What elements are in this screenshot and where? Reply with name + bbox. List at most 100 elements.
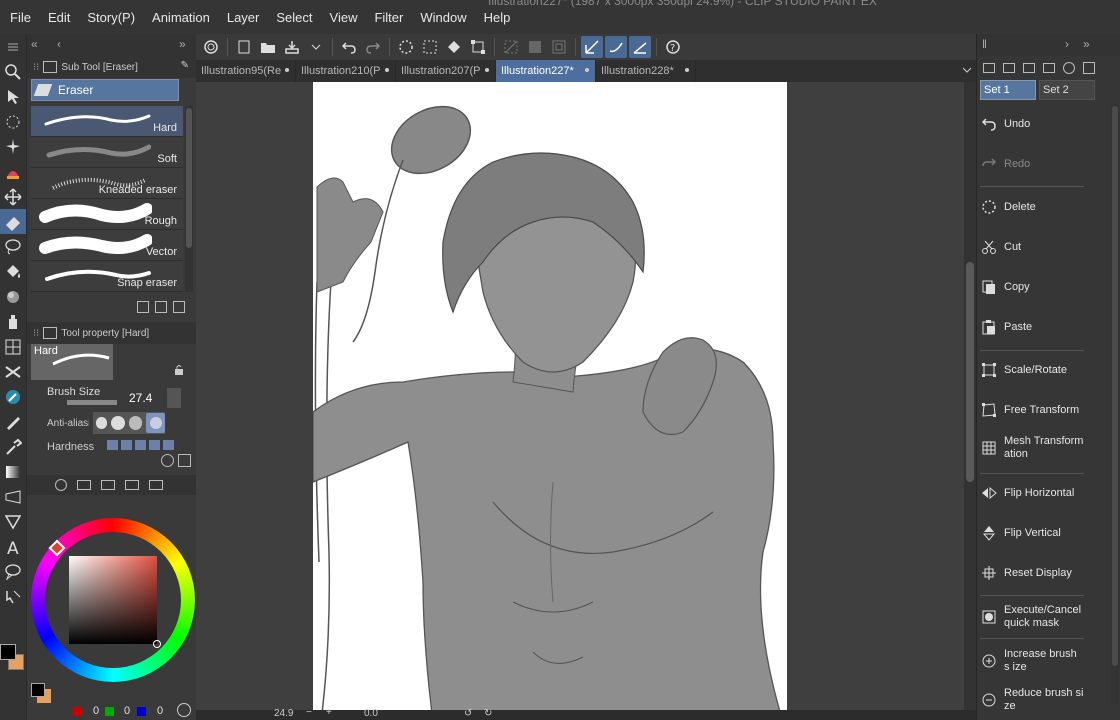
cmd-redo[interactable]: Redo <box>980 155 1084 173</box>
menu-help[interactable]: Help <box>478 10 522 25</box>
cmd-cut[interactable]: Cut <box>980 238 1084 256</box>
cmd-quick-mask[interactable]: Execute/Cancel quick mask <box>980 604 1084 630</box>
color-wheel[interactable] <box>31 518 195 682</box>
tab-illustration95[interactable]: Illustration95(Re <box>196 60 296 82</box>
open-folder-icon[interactable] <box>257 36 279 58</box>
menu-edit[interactable]: Edit <box>42 10 81 25</box>
hardness-selector[interactable] <box>107 440 177 450</box>
antialias-selector[interactable] <box>93 412 165 434</box>
ruler-grid-icon[interactable] <box>0 334 26 359</box>
auto-select-icon[interactable] <box>0 134 26 159</box>
set-2-tab[interactable]: Set 2 <box>1039 80 1095 100</box>
tab-illustration210[interactable]: Illustration210(P <box>296 60 396 82</box>
zoom-value[interactable]: 24.9 <box>274 708 293 719</box>
delete-subtool-icon[interactable] <box>173 301 185 313</box>
new-file-icon[interactable] <box>233 36 255 58</box>
snap-to-grid-icon[interactable] <box>629 36 651 58</box>
move-tool-icon[interactable] <box>0 184 26 209</box>
menu-layer[interactable]: Layer <box>221 10 271 25</box>
lasso-icon[interactable] <box>0 234 26 259</box>
intermediate-color-tab-icon[interactable] <box>125 480 139 490</box>
copy-subtool-icon[interactable] <box>137 301 149 313</box>
help-icon[interactable]: ? <box>662 36 684 58</box>
aa-weak-icon[interactable] <box>111 416 125 430</box>
layer-property-icon[interactable] <box>1083 62 1095 74</box>
collapse-right-icon[interactable]: » <box>179 37 186 51</box>
color-slider-tab-icon[interactable] <box>77 480 91 490</box>
subtool-scrollbar[interactable] <box>185 106 193 292</box>
text-tool-icon[interactable]: A <box>0 534 26 559</box>
aa-none-icon[interactable] <box>96 417 108 429</box>
subtool-snap-eraser[interactable]: Snap eraser <box>31 261 183 292</box>
eyedropper-icon[interactable] <box>0 434 26 459</box>
brush-size-dropdown-icon[interactable] <box>167 388 181 408</box>
tool-collapse-icon[interactable] <box>0 34 26 59</box>
collapse-left-icon[interactable]: « <box>31 37 38 51</box>
subtool-vector[interactable]: Vector <box>31 230 183 261</box>
menu-animation[interactable]: Animation <box>146 10 221 25</box>
color-set-tab-icon[interactable] <box>101 480 115 490</box>
zoom-tool-icon[interactable] <box>0 59 26 84</box>
edit-subtool-icon[interactable]: ✎ <box>181 60 189 71</box>
small-main-sub-color-icon[interactable] <box>31 683 53 707</box>
invert-selection-icon[interactable] <box>524 36 546 58</box>
undo-toolbar-icon[interactable] <box>338 36 360 58</box>
tab-illustration207[interactable]: Illustration207(P <box>396 60 496 82</box>
decoration-tool-icon[interactable] <box>0 359 26 384</box>
subtool-hard[interactable]: Hard <box>31 106 183 137</box>
eraser-tool-icon[interactable] <box>0 209 26 234</box>
right-collapse-icon[interactable]: › <box>1065 37 1069 51</box>
eyedropper-colors-icon[interactable] <box>0 159 26 184</box>
lock-icon[interactable] <box>173 364 185 376</box>
cmd-delete[interactable]: Delete <box>980 198 1084 216</box>
create-subtool-icon[interactable] <box>155 301 167 313</box>
brush-size-value[interactable]: 27.4 <box>129 391 152 405</box>
canvas-paper[interactable] <box>313 82 787 710</box>
fill-toolbar-icon[interactable] <box>443 36 465 58</box>
clear-icon[interactable] <box>395 36 417 58</box>
subtool-kneaded-eraser[interactable]: Kneaded eraser <box>31 168 183 199</box>
cmd-undo[interactable]: Undo <box>980 115 1084 133</box>
balloon-tool-icon[interactable] <box>0 559 26 584</box>
reset-settings-icon[interactable] <box>161 454 174 467</box>
canvas-vertical-scrollbar[interactable] <box>964 82 976 710</box>
gradient-tool-icon[interactable] <box>0 459 26 484</box>
menu-view[interactable]: View <box>324 10 369 25</box>
operation-tool-icon[interactable] <box>0 84 26 109</box>
menu-select[interactable]: Select <box>270 10 323 25</box>
airbrush-icon[interactable] <box>0 309 26 334</box>
cmd-increase-brush-size[interactable]: Increase brush s ize <box>980 648 1084 674</box>
rotate-right-icon[interactable]: ↻ <box>484 708 492 719</box>
sub-tool-detail-icon[interactable] <box>178 454 191 467</box>
item-bank-icon[interactable] <box>1043 63 1055 73</box>
right-collapse-left-icon[interactable]: ‖ <box>982 37 987 51</box>
aa-strong-icon[interactable] <box>146 413 165 433</box>
cmd-paste[interactable]: Paste <box>980 318 1084 336</box>
move-layer-icon[interactable] <box>0 109 26 134</box>
menu-window[interactable]: Window <box>414 10 477 25</box>
figure-tool-icon[interactable] <box>0 509 26 534</box>
subtool-soft[interactable]: Soft <box>31 137 183 168</box>
cmd-flip-horizontal[interactable]: Flip Horizontal <box>980 484 1084 502</box>
snap-to-special-ruler-icon[interactable] <box>605 36 627 58</box>
rotate-left-icon[interactable]: ↺ <box>464 708 472 719</box>
cmd-reset-display[interactable]: Reset Display <box>980 564 1084 582</box>
clip-studio-icon[interactable] <box>200 36 222 58</box>
menu-file[interactable]: File <box>4 10 42 25</box>
clear-outside-selection-icon[interactable] <box>419 36 441 58</box>
save-dropdown-icon[interactable] <box>305 36 327 58</box>
save-icon[interactable] <box>281 36 303 58</box>
cmd-copy[interactable]: Copy <box>980 278 1084 296</box>
canvas-area[interactable] <box>196 82 964 710</box>
brush-size-slider[interactable] <box>67 400 117 405</box>
saturation-value-square[interactable] <box>69 556 157 644</box>
cmd-reduce-brush-size[interactable]: Reduce brush si ze <box>980 687 1084 713</box>
main-sub-color-icon[interactable] <box>0 632 26 692</box>
zoom-in-icon[interactable]: + <box>326 707 332 718</box>
deselect-icon[interactable] <box>500 36 522 58</box>
correct-line-icon[interactable] <box>0 584 26 609</box>
cmd-flip-vertical[interactable]: Flip Vertical <box>980 524 1084 542</box>
subtool-rough[interactable]: Rough <box>31 199 183 230</box>
tab-illustration227[interactable]: Illustration227* <box>496 60 596 82</box>
menu-filter[interactable]: Filter <box>368 10 414 25</box>
